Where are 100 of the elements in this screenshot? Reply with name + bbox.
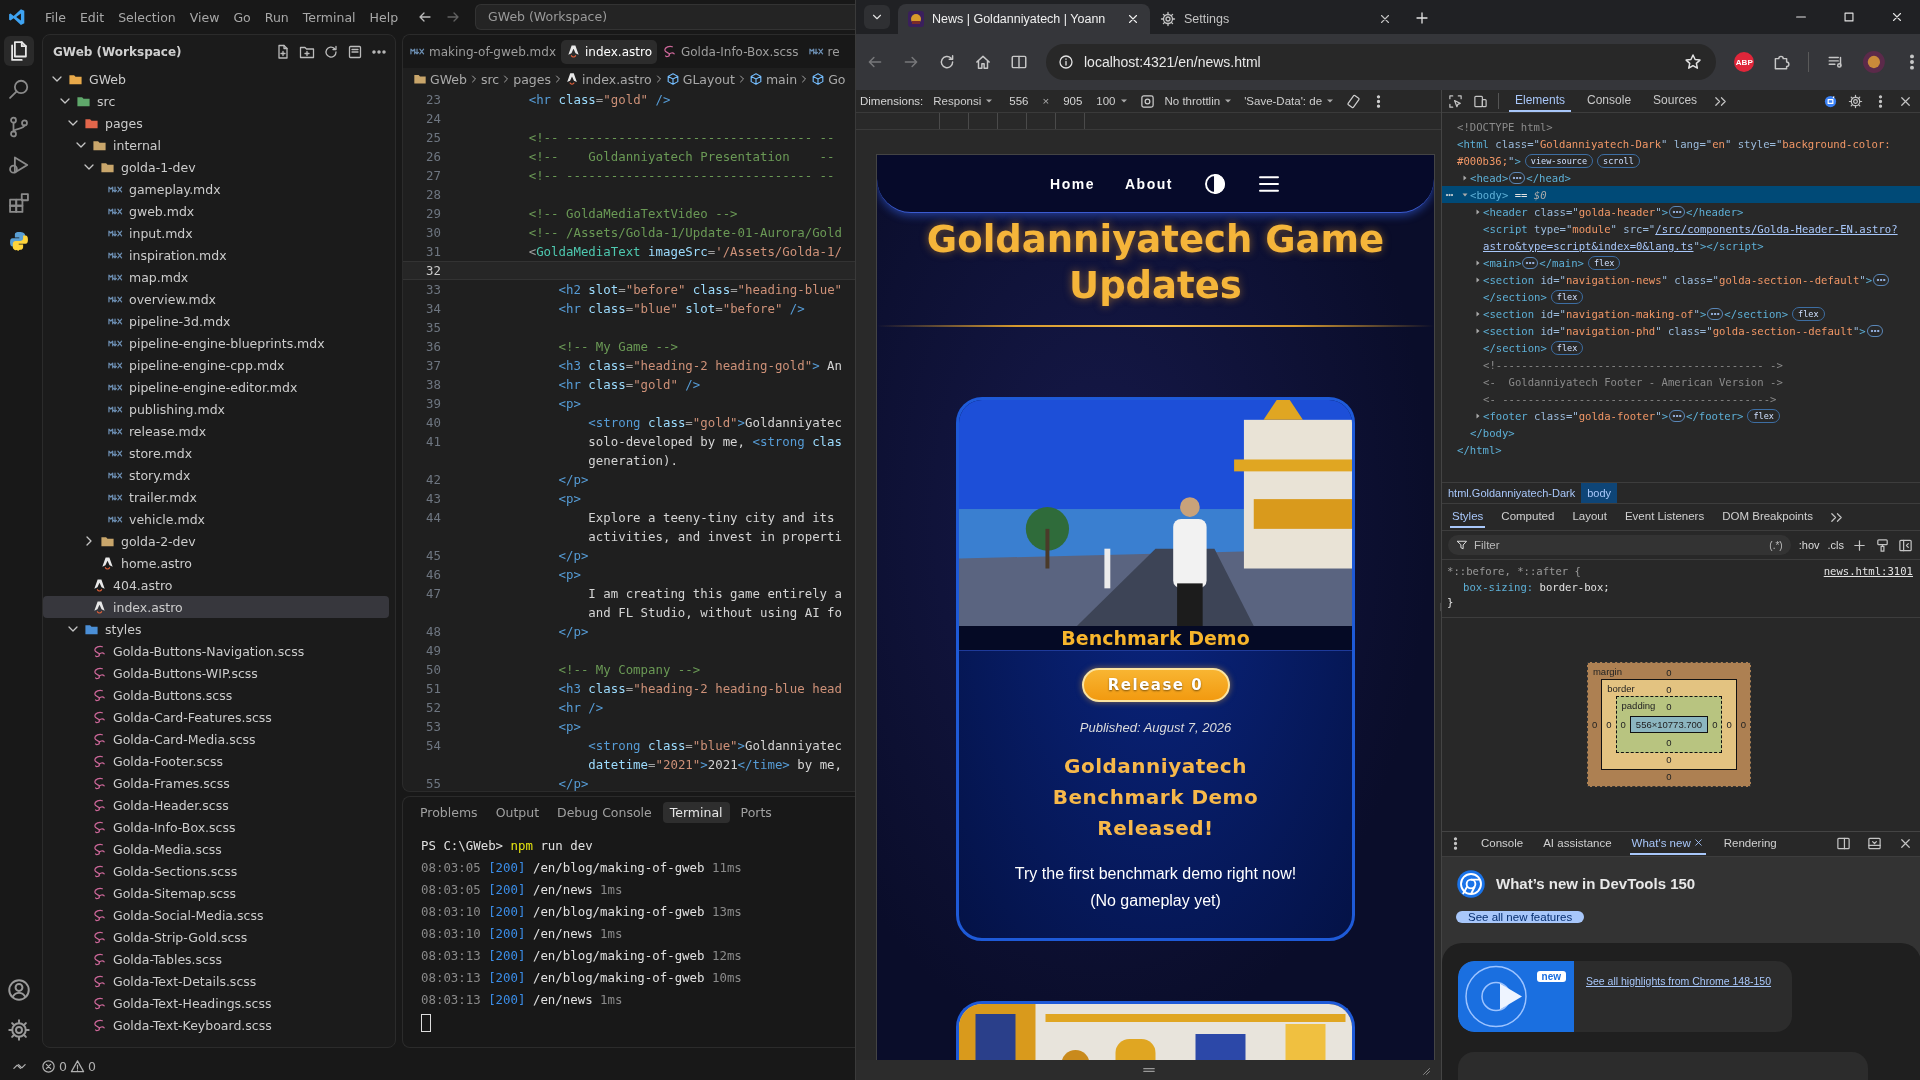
file-tree-item[interactable]: index.astro (43, 596, 389, 618)
file-tree-item[interactable]: Golda-Footer.scss (43, 750, 389, 772)
dock-bottom-icon[interactable] (1867, 836, 1882, 851)
expand-triangle-icon[interactable] (1474, 258, 1482, 267)
dom-node-line[interactable]: <section id="navigation-making-of"> </section> flex (1442, 305, 1920, 322)
dom-node-line[interactable]: #000b36;"> view-source scroll (1442, 152, 1920, 169)
nav-link[interactable]: Home (1050, 175, 1095, 192)
source-link[interactable]: news.html:3101 (1823, 564, 1913, 580)
breadcrumb-item[interactable]: Go (811, 71, 846, 87)
device-toolbar-icon[interactable] (1473, 93, 1488, 109)
menu-item[interactable]: Edit (72, 9, 112, 25)
dom-node-line[interactable]: </section> flex (1442, 288, 1920, 305)
file-tree-item[interactable]: release.mdx (43, 420, 389, 442)
box-value[interactable]: 0 (1620, 717, 1626, 731)
class-toggle[interactable]: .cls (1827, 539, 1844, 551)
panel-tab[interactable]: Ports (733, 801, 779, 823)
file-tree-item[interactable]: golda-1-dev (43, 156, 389, 178)
close-tab-icon[interactable] (1378, 12, 1392, 26)
refresh-icon[interactable] (323, 43, 339, 60)
file-tree-item[interactable]: Golda-Strip-Gold.scss (43, 926, 389, 948)
dom-node-line[interactable]: <section id="navigation-news" class="golda-section--default"> (1442, 271, 1920, 288)
editor-tab[interactable]: Golda-Info-Box.scss (656, 39, 804, 64)
box-value[interactable]: 0 (1712, 717, 1718, 731)
close-tab-icon[interactable] (1126, 12, 1140, 26)
account-icon[interactable] (7, 978, 31, 1002)
dom-node-line[interactable]: <script type="module" src="/src/components/Golda-Header-EN.astro? (1442, 220, 1920, 237)
dom-node-line[interactable]: <- ------------------------------------------> (1442, 390, 1920, 407)
star-icon[interactable] (1684, 53, 1703, 71)
dom-node-line[interactable]: <header class="golda-header"> </header> (1442, 203, 1920, 220)
drawer-tab[interactable]: AI assistance (1541, 832, 1614, 855)
editor-tab[interactable]: index.astro (561, 39, 657, 64)
menu-item[interactable]: View (182, 9, 227, 25)
filter-field[interactable]: Filter (1472, 538, 1766, 552)
file-tree-item[interactable]: Golda-Card-Features.scss (43, 706, 389, 728)
rotate-icon[interactable] (1346, 93, 1362, 109)
file-tree-item[interactable]: Golda-Frames.scss (43, 772, 389, 794)
nav-link[interactable]: About (1125, 175, 1173, 192)
see-all-features-button[interactable]: See all new features (1456, 910, 1585, 923)
expand-triangle-icon[interactable] (1474, 275, 1482, 284)
new-tab-icon[interactable] (1414, 10, 1430, 26)
panel-tab[interactable]: Problems (413, 801, 485, 823)
breadcrumb-item[interactable]: pages (513, 71, 551, 87)
new-rule-icon[interactable] (1852, 537, 1867, 553)
file-tree-item[interactable]: styles (43, 618, 389, 640)
file-tree-item[interactable]: vehicle.mdx (43, 508, 389, 530)
drawer-tab[interactable]: Rendering (1721, 832, 1779, 855)
file-tree-item[interactable]: pages (43, 112, 389, 134)
settings-icon[interactable] (1848, 93, 1863, 109)
file-tree-item[interactable]: golda-2-dev (43, 530, 389, 552)
file-tree-item[interactable]: Golda-Sections.scss (43, 860, 389, 882)
file-tree-item[interactable]: Golda-Buttons-WIP.scss (43, 662, 389, 684)
dom-node-line[interactable]: <!------------------------------------------ -> (1442, 356, 1920, 373)
file-tree-item[interactable]: story.mdx (43, 464, 389, 486)
box-value[interactable]: 0 (1666, 752, 1672, 766)
menu-item[interactable]: File (38, 9, 73, 25)
dom-node-line[interactable]: </section> flex (1442, 339, 1920, 356)
hover-state-toggle[interactable]: :hov (1798, 539, 1820, 551)
box-value[interactable]: 0 (1606, 717, 1612, 731)
file-tree-item[interactable]: Golda-Text-Details.scss (43, 970, 389, 992)
file-tree-item[interactable]: Golda-Buttons-Navigation.scss (43, 640, 389, 662)
styles-tab[interactable]: Computed (1499, 506, 1557, 528)
paint-roller-icon[interactable] (1875, 537, 1890, 553)
file-tree-item[interactable]: Golda-Header.scss (43, 794, 389, 816)
styles-tab[interactable]: Styles (1450, 506, 1486, 528)
box-value[interactable]: 0 (1666, 682, 1672, 696)
throttling-select[interactable]: No throttlin (1164, 95, 1235, 107)
save-data-select[interactable]: 'Save-Data': de (1244, 95, 1337, 107)
home-icon[interactable] (974, 53, 992, 71)
dom-node-line[interactable]: <- Goldanniyatech Footer - American Version -> (1442, 373, 1920, 390)
file-tree-item[interactable]: home.astro (43, 552, 389, 574)
menu-item[interactable]: Help (362, 9, 406, 25)
collapse-icon[interactable] (347, 43, 363, 60)
problems-status[interactable]: 0 0 (41, 1058, 96, 1074)
file-tree-item[interactable]: Golda-Text-Headings.scss (43, 992, 389, 1014)
file-tree-item[interactable]: gameplay.mdx (43, 178, 389, 200)
editor-tab[interactable]: making-of-gweb.mdx (405, 39, 561, 64)
media-query-icon[interactable] (1139, 93, 1155, 109)
devtools-tab[interactable]: Console (1581, 90, 1638, 112)
expand-triangle-icon[interactable] (1474, 411, 1482, 420)
split-view-icon[interactable] (1010, 53, 1028, 71)
file-tree-item[interactable]: Golda-Social-Media.scss (43, 904, 389, 926)
close-icon[interactable] (1898, 836, 1913, 851)
breadcrumb-item[interactable]: index.astro (564, 71, 652, 87)
drawer-tab[interactable]: What's new (1629, 832, 1706, 855)
breadcrumb-item[interactable]: src (480, 71, 500, 87)
dom-node-line[interactable]: </body> (1442, 424, 1920, 441)
expand-triangle-icon[interactable] (1474, 309, 1482, 318)
filter-box[interactable]: Filter (.*) (1448, 535, 1791, 555)
highlights-link[interactable]: See all highlights from Chrome 148-150 (1586, 974, 1772, 1032)
sidebar-toggle-icon[interactable] (1898, 537, 1913, 553)
dom-node-line[interactable]: <html class="Goldanniyatech-Dark" lang="en" style="background-color: (1442, 135, 1920, 152)
address-bar[interactable]: localhost:4321/en/news.html (1046, 44, 1717, 80)
file-tree-item[interactable]: store.mdx (43, 442, 389, 464)
file-tree-item[interactable]: 404.astro (43, 574, 389, 596)
video-thumbnail[interactable]: new (1458, 960, 1574, 1032)
box-value[interactable]: 0 (1591, 717, 1598, 731)
dom-node-line[interactable]: <footer class="golda-footer"> </footer> flex (1442, 407, 1920, 424)
devtools-tab[interactable]: Elements (1509, 90, 1572, 112)
file-tree-item[interactable]: pipeline-engine-cpp.mdx (43, 354, 389, 376)
menu-item[interactable]: Go (226, 9, 258, 25)
